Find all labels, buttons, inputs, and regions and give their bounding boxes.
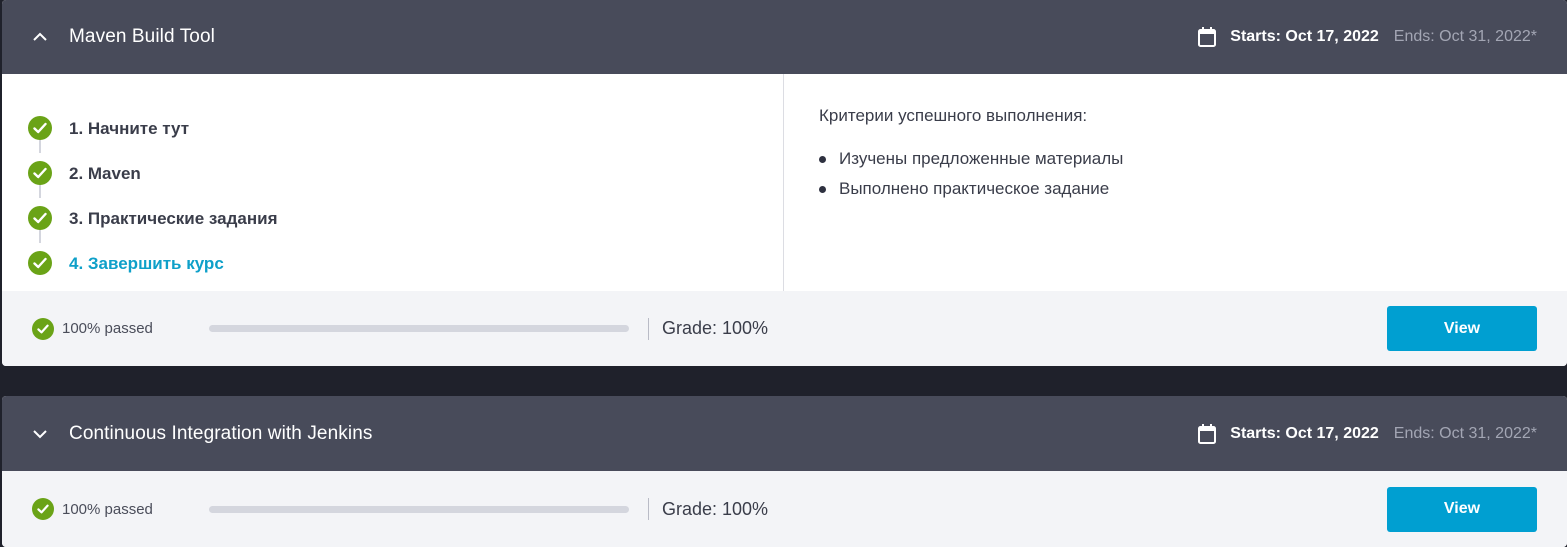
progress-bar bbox=[209, 505, 629, 513]
calendar-icon bbox=[1198, 423, 1217, 444]
course-footer: 100% passed Grade: 100% View bbox=[2, 471, 1567, 547]
chevron-up-icon[interactable] bbox=[30, 27, 50, 47]
grade-text: Grade: 100% bbox=[662, 318, 769, 338]
passed-status: 100% passed bbox=[62, 320, 153, 337]
check-circle-icon bbox=[28, 250, 52, 275]
criteria-text: Изучены предложенные материалы bbox=[839, 149, 1124, 168]
progress-bar bbox=[209, 325, 629, 332]
criteria-list: Изучены предложенные материалы Выполнено… bbox=[819, 144, 1567, 204]
step-item[interactable]: 1. Начните тут bbox=[28, 106, 783, 151]
course-card: Maven Build Tool Starts: Oct 17, 2022 En… bbox=[2, 0, 1567, 366]
check-circle-icon bbox=[32, 317, 54, 340]
success-criteria: Критерии успешного выполнения: Изучены п… bbox=[784, 74, 1567, 291]
step-item[interactable]: 3. Практические задания bbox=[28, 196, 783, 241]
calendar-icon bbox=[1198, 27, 1217, 47]
view-button[interactable]: View bbox=[1387, 306, 1537, 351]
divider bbox=[648, 498, 649, 520]
bullet-icon bbox=[819, 155, 826, 163]
bullet-icon bbox=[819, 185, 826, 193]
end-date: Ends: Oct 31, 2022* bbox=[1393, 28, 1537, 45]
step-label-active[interactable]: 4. Завершить курс bbox=[69, 254, 224, 274]
step-item[interactable]: 4. Завершить курс bbox=[28, 241, 783, 286]
start-date: Starts: Oct 17, 2022 bbox=[1230, 424, 1379, 442]
progress-fill bbox=[209, 505, 629, 513]
criteria-item: Изучены предложенные материалы bbox=[819, 144, 1567, 174]
course-dates: Starts: Oct 17, 2022 Ends: Oct 31, 2022* bbox=[1198, 27, 1537, 47]
course-dates: Starts: Oct 17, 2022 Ends: Oct 31, 2022* bbox=[1198, 423, 1537, 444]
course-title: Maven Build Tool bbox=[69, 26, 215, 47]
criteria-title: Критерии успешного выполнения: bbox=[819, 106, 1088, 125]
check-circle-icon bbox=[28, 205, 52, 230]
view-button[interactable]: View bbox=[1387, 486, 1537, 532]
divider bbox=[648, 317, 649, 340]
course-title: Continuous Integration with Jenkins bbox=[69, 422, 373, 444]
criteria-text: Выполнено практическое задание bbox=[839, 179, 1110, 198]
course-body: 1. Начните тут 2. Maven 3. Практические … bbox=[2, 74, 1567, 291]
course-footer: 100% passed Grade: 100% View bbox=[2, 291, 1567, 366]
check-circle-icon bbox=[32, 498, 54, 520]
course-header[interactable]: Maven Build Tool Starts: Oct 17, 2022 En… bbox=[2, 0, 1567, 74]
step-label[interactable]: 2. Maven bbox=[69, 164, 141, 184]
start-date: Starts: Oct 17, 2022 bbox=[1230, 28, 1379, 45]
chevron-down-icon[interactable] bbox=[30, 424, 50, 444]
step-list: 1. Начните тут 2. Maven 3. Практические … bbox=[2, 74, 784, 291]
passed-status: 100% passed bbox=[62, 500, 153, 518]
step-label[interactable]: 3. Практические задания bbox=[69, 209, 278, 229]
step-label[interactable]: 1. Начните тут bbox=[69, 119, 189, 139]
course-header[interactable]: Continuous Integration with Jenkins Star… bbox=[2, 396, 1567, 471]
check-circle-icon bbox=[28, 115, 52, 140]
criteria-item: Выполнено практическое задание bbox=[819, 174, 1567, 204]
progress-fill bbox=[209, 325, 629, 332]
step-item[interactable]: 2. Maven bbox=[28, 151, 783, 196]
course-card: Continuous Integration with Jenkins Star… bbox=[2, 396, 1567, 547]
end-date: Ends: Oct 31, 2022* bbox=[1393, 424, 1537, 442]
grade-text: Grade: 100% bbox=[662, 498, 769, 519]
check-circle-icon bbox=[28, 160, 52, 185]
